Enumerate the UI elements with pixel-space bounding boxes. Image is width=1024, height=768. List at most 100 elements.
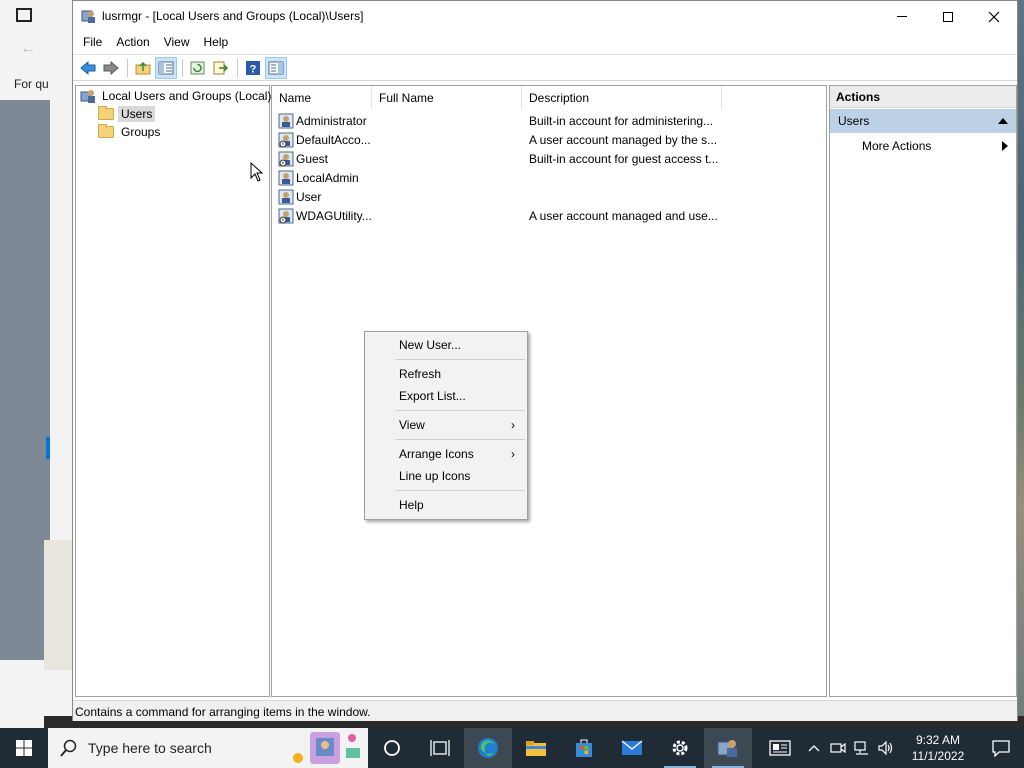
context-item-help[interactable]: Help: [365, 495, 527, 516]
collapse-triangle-icon[interactable]: [998, 118, 1008, 124]
submenu-arrow-icon: ›: [511, 447, 515, 461]
lusrmgr-icon: [717, 740, 737, 757]
console-tree: Local Users and Groups (Local) Users Gro…: [75, 85, 271, 697]
table-row[interactable]: WDAGUtility... A user account managed an…: [276, 206, 816, 225]
user-name: WDAGUtility...: [296, 209, 372, 223]
windows-logo-icon: [16, 740, 32, 756]
forward-arrow-icon: [103, 60, 119, 75]
context-item-refresh[interactable]: Refresh: [365, 364, 527, 385]
context-item-label: Line up Icons: [399, 469, 471, 483]
toolbar-separator: [182, 58, 183, 77]
actions-section-users[interactable]: Users: [830, 109, 1016, 133]
mail-button[interactable]: [608, 728, 656, 768]
minimize-button[interactable]: [879, 1, 925, 32]
help-icon: ?: [246, 60, 260, 75]
user-description: Built-in account for guest access t...: [529, 152, 719, 166]
toolbar: ?: [73, 54, 1017, 81]
taskbar-clock[interactable]: 9:32 AM 11/1/2022: [898, 732, 978, 764]
close-icon: [988, 11, 1000, 22]
refresh-button[interactable]: [187, 57, 209, 79]
user-name: Administrator: [296, 114, 367, 128]
close-button[interactable]: [971, 1, 1017, 32]
lusrmgr-taskbar-button[interactable]: [704, 728, 752, 768]
tree-item-groups[interactable]: Groups: [98, 123, 163, 140]
file-explorer-button[interactable]: [512, 728, 560, 768]
actions-header: Actions: [830, 86, 1016, 108]
context-item-label: Refresh: [399, 367, 442, 381]
help-button[interactable]: ?: [242, 57, 264, 79]
forward-button[interactable]: [100, 57, 122, 79]
table-row[interactable]: Administrator Built-in account for admin…: [276, 111, 816, 130]
menu-view[interactable]: View: [157, 32, 197, 54]
up-one-level-button[interactable]: [132, 57, 154, 79]
start-button[interactable]: [0, 728, 48, 768]
show-hide-action-pane-button[interactable]: [265, 56, 287, 79]
tree-root[interactable]: Local Users and Groups (Local): [80, 87, 274, 104]
svg-text:?: ?: [250, 63, 257, 75]
system-tray: 9:32 AM 11/1/2022: [758, 728, 1024, 768]
context-item-label: View: [399, 418, 425, 432]
settings-fragment-text: For qu: [14, 77, 49, 91]
export-list-icon: [213, 61, 229, 74]
status-bar: Contains a command for arranging items i…: [73, 700, 1017, 721]
back-button[interactable]: [77, 57, 99, 79]
store-button[interactable]: [560, 728, 608, 768]
window-tab-icon: [16, 8, 32, 22]
user-description: A user account managed by the s...: [529, 133, 718, 147]
show-hide-tree-button[interactable]: [155, 56, 177, 79]
table-row[interactable]: User: [276, 187, 816, 206]
context-item-export-list[interactable]: Export List...: [365, 386, 527, 407]
show-hidden-icons-button[interactable]: [802, 728, 826, 768]
notification-center-button[interactable]: [978, 728, 1024, 768]
edge-button[interactable]: [464, 728, 512, 768]
user-account-icon: [278, 170, 294, 186]
context-menu: New User... Refresh Export List... View ›…: [364, 331, 528, 520]
taskbar-search-box[interactable]: Type here to search: [48, 728, 368, 768]
file-explorer-icon: [526, 741, 546, 756]
column-header-full-name[interactable]: Full Name: [372, 86, 522, 110]
news-button[interactable]: [758, 728, 802, 768]
clock-date: 11/1/2022: [911, 749, 965, 763]
user-name: User: [296, 190, 322, 204]
export-list-button[interactable]: [210, 57, 232, 79]
column-header-description[interactable]: Description: [522, 86, 722, 110]
tree-item-users[interactable]: Users: [98, 105, 156, 122]
context-item-line-up-icons[interactable]: Line up Icons: [365, 466, 527, 487]
user-account-icon: [278, 189, 294, 205]
cortana-button[interactable]: [368, 728, 416, 768]
folder-icon: [98, 123, 114, 138]
menu-help[interactable]: Help: [197, 32, 236, 54]
table-row[interactable]: LocalAdmin: [276, 168, 816, 187]
user-name: DefaultAcco...: [296, 133, 371, 147]
maximize-button[interactable]: [925, 1, 971, 32]
settings-nav-accent: [46, 437, 50, 459]
show-hide-tree-icon: [158, 61, 174, 74]
table-row[interactable]: DefaultAcco... A user account managed by…: [276, 130, 816, 149]
settings-nav-strip: [0, 100, 50, 660]
settings-button[interactable]: [656, 728, 704, 768]
context-item-new-user[interactable]: New User...: [365, 335, 527, 356]
context-item-view[interactable]: View ›: [365, 415, 527, 436]
context-item-arrange-icons[interactable]: Arrange Icons ›: [365, 444, 527, 465]
network-button[interactable]: [850, 728, 874, 768]
up-folder-icon: [135, 61, 151, 74]
settings-icon: [672, 740, 688, 756]
volume-button[interactable]: [874, 728, 898, 768]
tree-item-label: Groups: [121, 124, 161, 139]
actions-section-label: Users: [838, 114, 870, 128]
chevron-up-icon: [808, 745, 820, 752]
task-view-button[interactable]: [416, 728, 464, 768]
table-row[interactable]: Guest Built-in account for guest access …: [276, 149, 816, 168]
minimize-icon: [897, 16, 907, 17]
more-actions-item[interactable]: More Actions: [830, 135, 1016, 157]
user-name: Guest: [296, 152, 329, 166]
column-header-name[interactable]: Name: [272, 86, 372, 110]
folder-icon: [98, 105, 114, 120]
context-separator: [395, 490, 525, 491]
tree-item-label: Users: [118, 105, 156, 122]
menu-action[interactable]: Action: [109, 32, 156, 54]
menu-file[interactable]: File: [76, 32, 109, 54]
title-bar[interactable]: lusrmgr - [Local Users and Groups (Local…: [73, 1, 1017, 32]
lusrmgr-window: lusrmgr - [Local Users and Groups (Local…: [72, 0, 1018, 721]
meet-now-button[interactable]: [826, 728, 850, 768]
